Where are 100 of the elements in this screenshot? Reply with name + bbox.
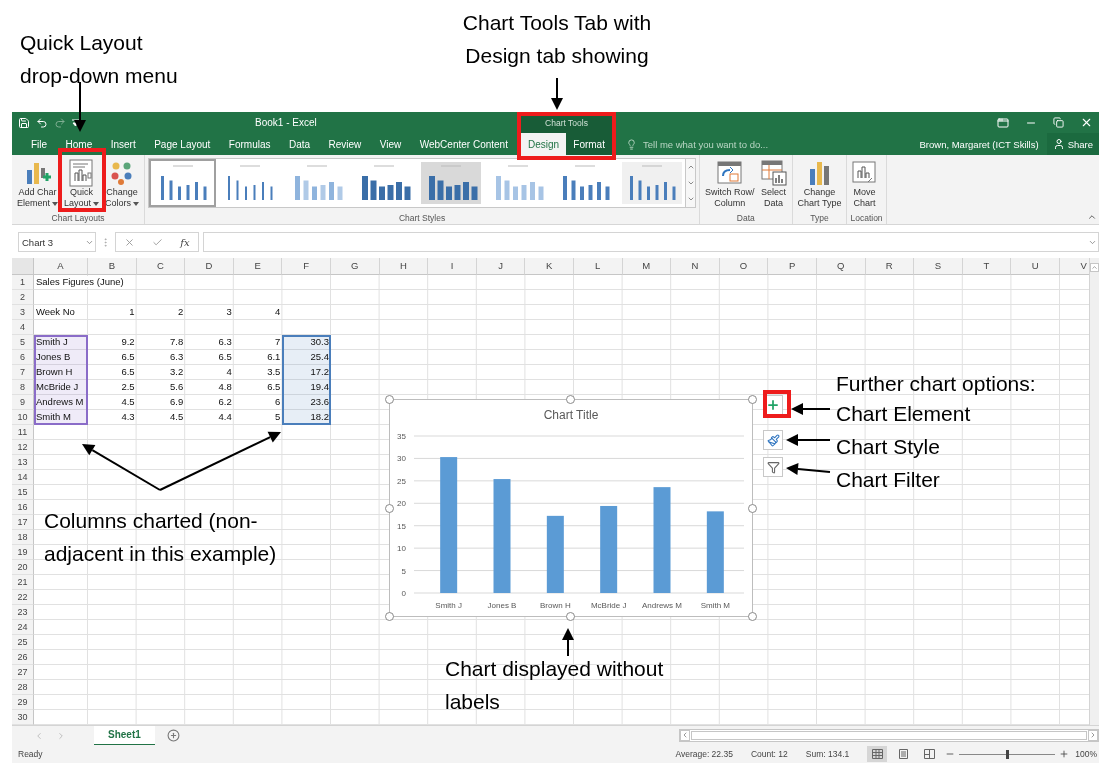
- ribbon-button[interactable]: Move Chart: [850, 158, 879, 208]
- row-header[interactable]: 8: [12, 380, 34, 395]
- redo-icon[interactable]: [54, 116, 66, 129]
- row-header[interactable]: 26: [12, 650, 34, 665]
- row-header[interactable]: 2: [12, 290, 34, 305]
- row-header[interactable]: 3: [12, 305, 34, 320]
- scroll-up-button[interactable]: [1090, 263, 1099, 272]
- column-header[interactable]: H: [379, 258, 429, 275]
- ribbon-button[interactable]: Quick Layout: [62, 158, 102, 208]
- scroll-left-button[interactable]: [680, 730, 690, 741]
- collapse-ribbon-icon[interactable]: [1087, 212, 1097, 222]
- scrollbar-thumb[interactable]: [691, 731, 1087, 740]
- row-header[interactable]: 5: [12, 335, 34, 350]
- sheet-tab[interactable]: Sheet1: [94, 725, 155, 746]
- column-header[interactable]: S: [914, 258, 963, 275]
- column-header[interactable]: T: [962, 258, 1012, 275]
- row-header[interactable]: 25: [12, 635, 34, 650]
- column-header[interactable]: R: [865, 258, 915, 275]
- insert-function-button[interactable]: fx: [180, 236, 190, 248]
- zoom-in-icon[interactable]: [1059, 749, 1070, 759]
- chart-filters-button[interactable]: [763, 457, 783, 477]
- row-header[interactable]: 15: [12, 485, 34, 500]
- column-header[interactable]: A: [34, 258, 88, 275]
- zoom-slider-thumb[interactable]: [1006, 749, 1010, 759]
- ribbon-tab[interactable]: Home: [58, 133, 100, 155]
- resize-handle[interactable]: [385, 504, 394, 513]
- ribbon-tab[interactable]: Formulas: [221, 133, 278, 155]
- customize-menu-icon[interactable]: [72, 118, 79, 127]
- ribbon-button[interactable]: Switch Row/ Column: [703, 158, 757, 208]
- ribbon-tab[interactable]: Insert: [103, 133, 143, 155]
- resize-handle[interactable]: [748, 395, 757, 404]
- ribbon-tab[interactable]: Page Layout: [147, 133, 218, 155]
- ribbon-tab[interactable]: Format: [566, 133, 612, 155]
- row-header[interactable]: 14: [12, 470, 34, 485]
- ribbon-tab[interactable]: WebCenter Content: [412, 133, 515, 155]
- resize-handle[interactable]: [385, 612, 394, 621]
- previous-sheet-icon[interactable]: [34, 730, 44, 741]
- column-header[interactable]: P: [768, 258, 817, 275]
- row-header[interactable]: 16: [12, 500, 34, 515]
- row-header[interactable]: 22: [12, 590, 34, 605]
- column-header[interactable]: I: [428, 258, 477, 275]
- row-header[interactable]: 30: [12, 710, 34, 725]
- column-header[interactable]: G: [330, 258, 380, 275]
- restore-icon[interactable]: [1053, 117, 1064, 128]
- ribbon-tab[interactable]: Review: [321, 133, 369, 155]
- column-header[interactable]: D: [185, 258, 234, 275]
- column-header[interactable]: B: [88, 258, 137, 275]
- row-header[interactable]: 29: [12, 695, 34, 710]
- row-header[interactable]: 23: [12, 605, 34, 620]
- ribbon-tab[interactable]: View: [372, 133, 409, 155]
- ribbon-button[interactable]: Change Colors: [103, 158, 142, 208]
- gallery-more-button[interactable]: [686, 191, 696, 207]
- row-header[interactable]: 24: [12, 620, 34, 635]
- resize-handle[interactable]: [566, 395, 575, 404]
- row-header[interactable]: 7: [12, 365, 34, 380]
- ribbon-button[interactable]: Add Char Element: [15, 158, 61, 208]
- ribbon-tab[interactable]: Design: [521, 133, 567, 155]
- row-header[interactable]: 11: [12, 425, 34, 440]
- column-header[interactable]: K: [525, 258, 574, 275]
- column-header[interactable]: Q: [816, 258, 866, 275]
- vertical-scrollbar[interactable]: [1089, 258, 1099, 725]
- ribbon-tab[interactable]: File: [24, 133, 55, 155]
- next-sheet-icon[interactable]: [56, 730, 66, 741]
- row-header[interactable]: 12: [12, 440, 34, 455]
- row-header[interactable]: 19: [12, 545, 34, 560]
- row-header[interactable]: 28: [12, 680, 34, 695]
- ribbon-button[interactable]: Change Chart Type: [795, 158, 844, 208]
- row-header[interactable]: 13: [12, 455, 34, 470]
- row-header[interactable]: 17: [12, 515, 34, 530]
- gallery-up-button[interactable]: [686, 159, 696, 175]
- row-header[interactable]: 1: [12, 275, 34, 290]
- ribbon-button[interactable]: Select Data: [758, 158, 789, 208]
- resize-handle[interactable]: [748, 612, 757, 621]
- row-header[interactable]: 18: [12, 530, 34, 545]
- row-header[interactable]: 9: [12, 395, 34, 410]
- share-button[interactable]: Share: [1046, 133, 1099, 155]
- scroll-right-button[interactable]: [1088, 730, 1098, 741]
- chart-styles-button[interactable]: [763, 430, 783, 450]
- row-header[interactable]: 6: [12, 350, 34, 365]
- column-header[interactable]: V: [1059, 258, 1089, 275]
- row-header[interactable]: 21: [12, 575, 34, 590]
- resize-handle[interactable]: [748, 504, 757, 513]
- row-header[interactable]: 4: [12, 320, 34, 335]
- column-header[interactable]: F: [282, 258, 331, 275]
- row-header[interactable]: 10: [12, 410, 34, 425]
- column-header[interactable]: M: [622, 258, 672, 275]
- select-all-corner[interactable]: [12, 258, 34, 275]
- cancel-icon[interactable]: [124, 236, 136, 248]
- column-header[interactable]: C: [136, 258, 186, 275]
- column-header[interactable]: U: [1011, 258, 1060, 275]
- resize-handle[interactable]: [566, 612, 575, 621]
- ribbon-display-icon[interactable]: [997, 116, 1009, 129]
- column-header[interactable]: L: [573, 258, 623, 275]
- save-icon[interactable]: [18, 116, 30, 129]
- row-header[interactable]: 20: [12, 560, 34, 575]
- view-button[interactable]: [867, 746, 888, 762]
- column-header[interactable]: J: [476, 258, 526, 275]
- close-icon[interactable]: [1080, 116, 1093, 129]
- row-header[interactable]: 27: [12, 665, 34, 680]
- column-header[interactable]: N: [671, 258, 720, 275]
